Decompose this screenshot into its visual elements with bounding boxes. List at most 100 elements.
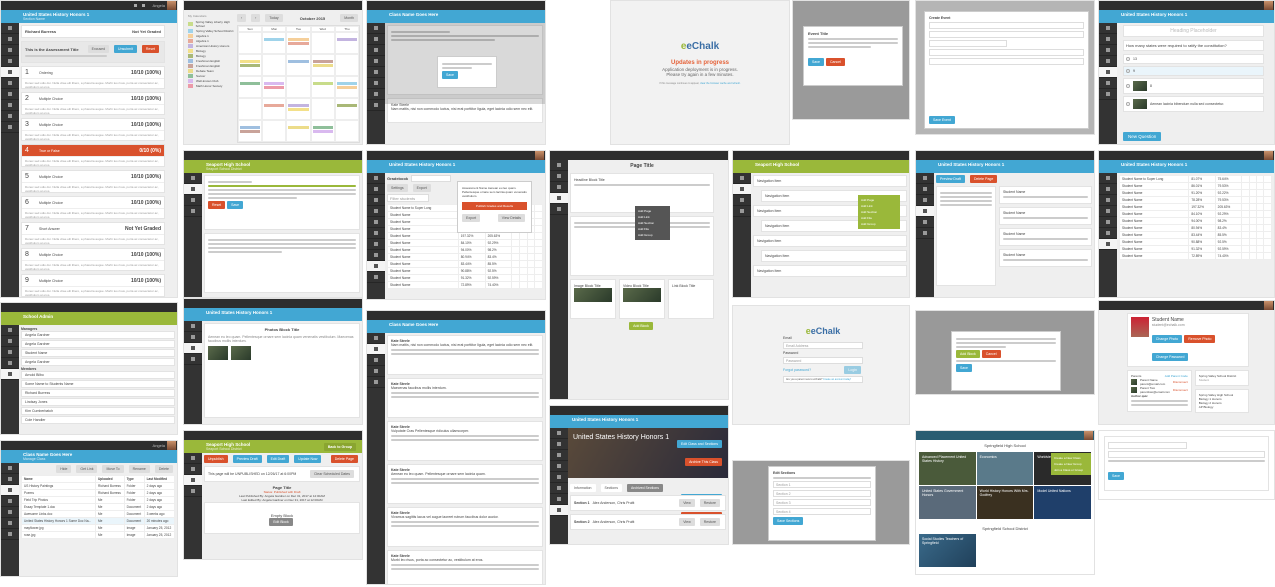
form-input[interactable] <box>929 22 1084 29</box>
radio-button[interactable] <box>1126 57 1130 61</box>
section-item[interactable]: Section 4 <box>773 508 871 515</box>
calendar-swatch[interactable] <box>188 54 193 58</box>
day-cell[interactable] <box>334 32 359 54</box>
view-button[interactable]: View <box>679 499 695 507</box>
add-block-button[interactable]: Add Block <box>629 322 653 330</box>
calendar-event[interactable] <box>288 38 309 41</box>
question-header[interactable]: 7 Short Answer Not Yet Graded <box>22 223 164 235</box>
grade-cell[interactable] <box>534 225 543 233</box>
export-button[interactable]: Export <box>462 214 481 222</box>
grade-cell[interactable] <box>534 211 543 219</box>
question-header[interactable]: 2 Multiple Choice 10/10 (100%) <box>22 93 164 105</box>
question-header[interactable]: 5 Multiple Choice 10/10 (100%) <box>22 171 164 183</box>
calendar-swatch[interactable] <box>188 59 193 63</box>
grade-cell[interactable] <box>534 260 543 268</box>
navigation-item[interactable]: Navigation Item <box>761 250 907 262</box>
save-button[interactable]: Save <box>956 364 972 372</box>
table-row[interactable]: Student Name 91.32% 92.59% <box>1118 245 1272 253</box>
day-cell[interactable] <box>310 76 335 98</box>
answer-option[interactable]: 8 <box>1123 78 1264 94</box>
calendar-event[interactable] <box>240 82 261 85</box>
grade-cell[interactable] <box>519 253 528 261</box>
calendar-event[interactable] <box>312 82 333 85</box>
grade-cell[interactable] <box>511 232 521 240</box>
table-row[interactable]: Student Name 94.00% 98.2% <box>1118 217 1272 225</box>
table-row[interactable]: rose.jpg Me Image January 25, 2012 <box>21 531 176 539</box>
table-row[interactable]: Student Name 80.94% 83.4% <box>387 253 543 261</box>
publish-grades-button[interactable]: Publish Grades and Results <box>462 202 527 210</box>
disconnect-link[interactable]: Disconnect <box>1173 388 1188 392</box>
grade-cell[interactable] <box>534 281 543 289</box>
email-field[interactable]: Email Address <box>783 342 863 349</box>
save-sections-button[interactable]: Save Sections <box>773 517 804 525</box>
submission-item[interactable]: Student Name <box>999 249 1092 267</box>
grade-cell[interactable] <box>1248 196 1258 204</box>
manager-row[interactable]: Angela Gardner <box>21 340 175 348</box>
sidebar-nav[interactable] <box>367 23 385 144</box>
submission-item[interactable]: Student Name <box>999 228 1092 246</box>
grade-cell[interactable] <box>1263 189 1272 197</box>
apply-button[interactable]: Save <box>1108 472 1124 480</box>
grade-cell[interactable] <box>1255 217 1265 225</box>
calendar-event[interactable] <box>240 64 261 67</box>
file-action-button[interactable]: Get Link <box>76 465 98 473</box>
grade-cell[interactable] <box>1248 217 1258 225</box>
table-row[interactable]: Student Name 84.10% 92.29% <box>387 239 543 247</box>
day-cell[interactable] <box>334 54 359 76</box>
grade-cell[interactable] <box>1248 238 1258 246</box>
grade-cell[interactable] <box>1240 175 1250 183</box>
create-account-link[interactable]: Create an account today! <box>823 378 851 381</box>
calendar-event[interactable] <box>288 60 309 63</box>
grade-cell[interactable] <box>1263 245 1272 253</box>
edit-draft-button[interactable]: Edit Draft <box>266 455 290 463</box>
restore-button[interactable]: Restore <box>699 518 720 526</box>
calendar-event[interactable] <box>288 126 309 129</box>
grade-cell[interactable] <box>1255 182 1265 190</box>
table-row[interactable]: Student Name 90.88% 92.5% <box>387 267 543 275</box>
table-row[interactable]: Student Name 72.89% 74.40% <box>387 281 543 289</box>
member-row[interactable]: Lindsay Jones <box>21 398 175 406</box>
grade-cell[interactable] <box>1255 224 1265 232</box>
clear-dates-button[interactable]: Clear Scheduled Dates <box>310 470 354 478</box>
file-name[interactable]: Poems <box>21 489 96 497</box>
calendar-event[interactable] <box>312 130 333 133</box>
messages-icon[interactable] <box>142 4 145 7</box>
user-name[interactable]: Angela <box>153 443 165 448</box>
question-header[interactable]: 3 Multiple Choice 10/10 (100%) <box>22 119 164 131</box>
group-tile[interactable]: Social Studies Teachers of Springfield <box>919 534 976 567</box>
column-header[interactable]: Uploaded <box>95 475 125 483</box>
calendar-swatch[interactable] <box>188 64 193 68</box>
grade-cell[interactable] <box>1263 217 1272 225</box>
navigation-item[interactable]: Navigation Item <box>753 265 907 277</box>
navigation-item[interactable]: Navigation Item <box>753 175 907 187</box>
grade-cell[interactable] <box>511 274 521 282</box>
calendar-item[interactable]: American History Honors <box>188 44 236 48</box>
login-button[interactable]: Login <box>844 366 861 374</box>
calendar-event[interactable] <box>336 104 357 107</box>
clear-cache-link[interactable]: clear the browser cache and refresh. <box>700 82 741 85</box>
calendar-swatch[interactable] <box>188 34 193 38</box>
reset-button[interactable]: Reset <box>141 45 159 53</box>
grade-cell[interactable] <box>519 246 528 254</box>
column-header[interactable]: Name <box>21 475 96 483</box>
member-row[interactable]: Richard Burress <box>21 389 175 397</box>
grade-cell[interactable] <box>1255 252 1265 260</box>
question-header[interactable]: 4 True or False 0/10 (0%) <box>22 145 164 157</box>
calendar-item[interactable]: Soccer <box>188 74 236 78</box>
file-name[interactable]: United States History Honors 1 Some Doc … <box>21 517 96 525</box>
calendar-swatch[interactable] <box>188 22 193 26</box>
remove-photo-button[interactable]: Remove Photo <box>1184 335 1216 343</box>
calendar-event[interactable] <box>240 60 261 63</box>
cancel-button[interactable]: Cancel <box>981 350 1001 358</box>
restore-button[interactable]: Restore <box>699 499 720 507</box>
table-row[interactable]: Student Name 84.10% 92.29% <box>1118 210 1272 218</box>
group-tile[interactable]: United States Government Honors <box>919 486 976 519</box>
grade-cell[interactable] <box>1255 231 1265 239</box>
day-cell[interactable] <box>262 98 287 120</box>
grade-cell[interactable] <box>519 281 528 289</box>
grade-cell[interactable] <box>511 246 521 254</box>
view-details-button[interactable]: View Details <box>497 214 525 222</box>
grade-cell[interactable] <box>526 232 536 240</box>
day-cell[interactable] <box>286 76 311 98</box>
calendar-event[interactable] <box>240 126 261 129</box>
